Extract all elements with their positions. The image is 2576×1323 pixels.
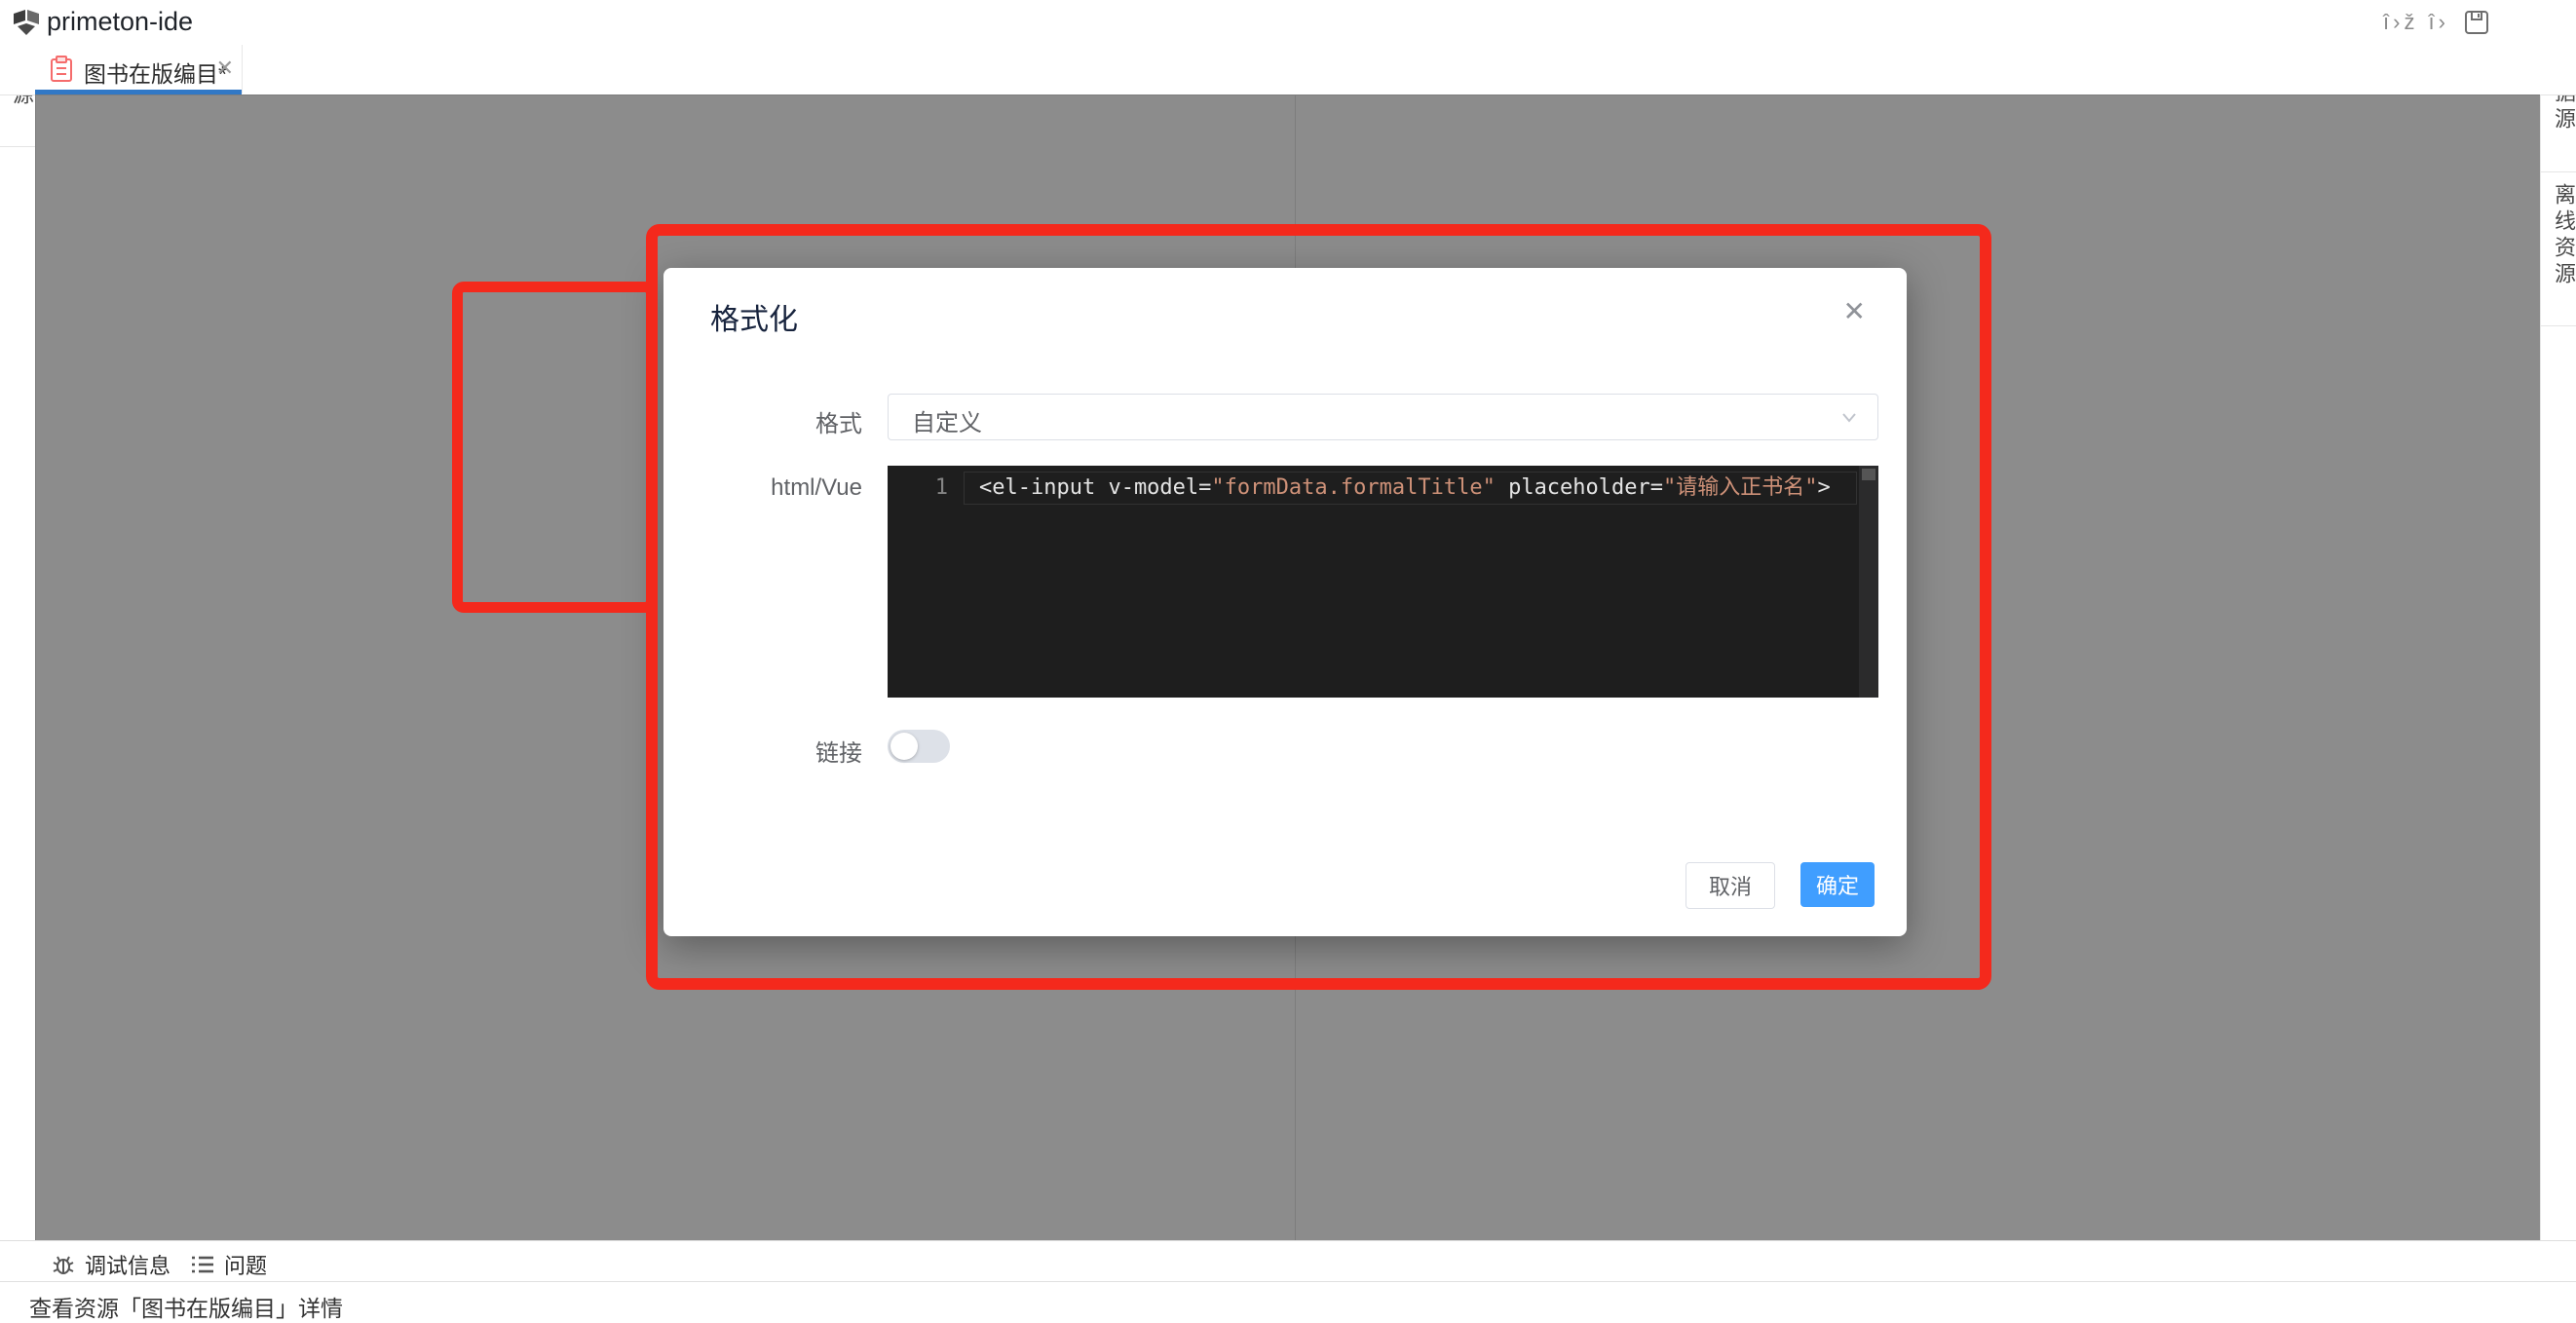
status-text: 查看资源「图书在版编目」详情 — [29, 1290, 343, 1323]
sidebar-item-offline-resources[interactable]: 离线资源 — [2548, 183, 2576, 288]
save-icon[interactable] — [2463, 9, 2490, 36]
topbar-glyph-icons[interactable]: î›ž î› — [2383, 10, 2449, 35]
tab-label: 图书在版编目* — [84, 56, 227, 89]
divider — [2541, 171, 2576, 172]
divider — [2541, 325, 2576, 326]
tab-close-icon[interactable]: ✕ — [216, 56, 234, 81]
status-bar: 查看资源「图书在版编目」详情 — [0, 1281, 2576, 1322]
document-icon — [50, 56, 73, 83]
debug-icon — [52, 1253, 75, 1276]
app-logo-icon — [12, 8, 41, 37]
list-icon — [191, 1254, 214, 1275]
annotation-rect-dialog — [646, 224, 1991, 990]
debug-info-button[interactable]: 调试信息 — [52, 1249, 170, 1280]
problems-button[interactable]: 问题 — [191, 1249, 267, 1280]
annotation-rect-title-column — [452, 282, 657, 613]
editor-tab-bar: 图书在版编目* ✕ — [0, 45, 2576, 95]
problems-label: 问题 — [224, 1249, 267, 1280]
tab-book-cip[interactable]: 图书在版编目* ✕ — [35, 45, 243, 94]
left-sidebar-strip: 资源 — [0, 45, 36, 1240]
right-sidebar-strip: 数据源 离线资源 — [2540, 45, 2576, 1240]
debug-info-label: 调试信息 — [85, 1249, 170, 1280]
app-title: primeton-ide — [47, 7, 193, 37]
divider — [0, 146, 35, 147]
bottom-panel-bar: 调试信息 问题 — [0, 1240, 2576, 1282]
top-bar: primeton-ide î›ž î› — [0, 0, 2576, 46]
